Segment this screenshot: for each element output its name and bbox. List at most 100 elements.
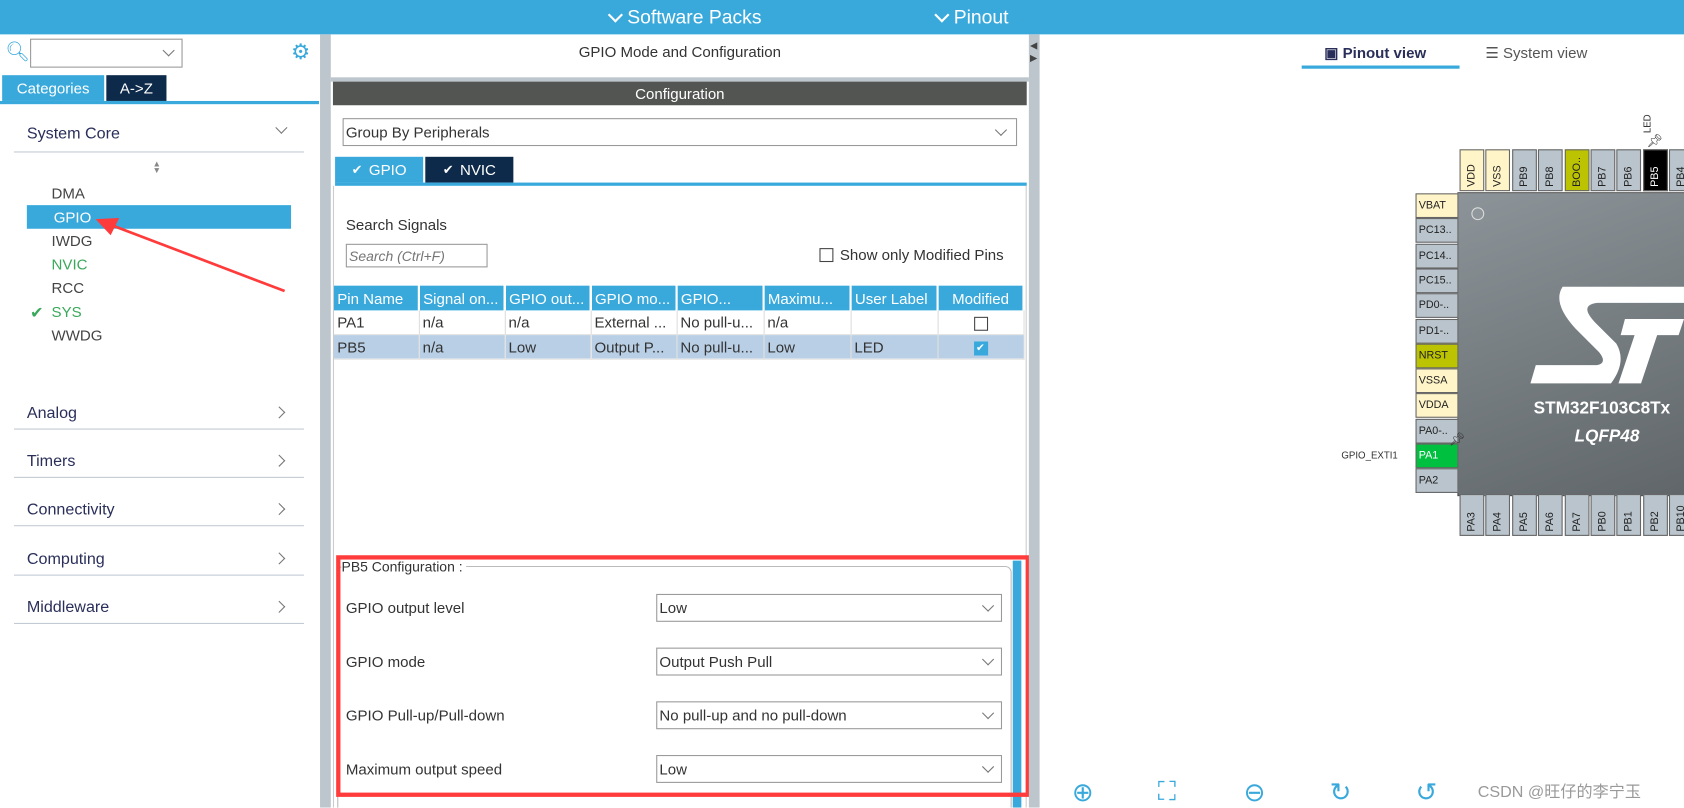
pin-pb5[interactable]: PB5	[1642, 149, 1668, 192]
column-header[interactable]: User Label	[850, 285, 939, 311]
category-middleware[interactable]: Middleware	[27, 598, 109, 616]
pin-pa2[interactable]: PA2	[1415, 468, 1459, 494]
divider	[13, 477, 304, 479]
column-header[interactable]: Maximu...	[763, 285, 852, 311]
category-timers[interactable]: Timers	[27, 452, 76, 470]
divider	[13, 525, 304, 527]
table-row[interactable]: PB5 n/a Low Output P... No pull-u... Low LED ✔	[334, 334, 1025, 360]
chevron-right-icon[interactable]	[273, 551, 286, 565]
pin-pb1[interactable]: PB1	[1616, 494, 1642, 536]
pushpin-icon[interactable]: 📌︎	[1449, 432, 1465, 447]
fit-screen-icon[interactable]: ⛶	[1158, 778, 1176, 808]
stm32cubemx-window: Software Packs Pinout 🔍︎ ⚙ Categories A-…	[0, 0, 1684, 808]
pin-pd1[interactable]: PD1-..	[1415, 318, 1459, 344]
pinout-menu[interactable]: Pinout	[934, 6, 1009, 29]
pin-pc14[interactable]: PC14..	[1415, 243, 1459, 269]
chevron-right-icon[interactable]	[273, 600, 286, 613]
pin-boo[interactable]: BOO..	[1564, 149, 1590, 192]
category-connectivity[interactable]: Connectivity	[27, 501, 115, 519]
sidebar-item-wwdg[interactable]: WWDG	[52, 326, 103, 343]
right-splitter[interactable]	[1028, 34, 1040, 808]
sidebar-item-dma[interactable]: DMA	[52, 185, 85, 202]
pin-vssa[interactable]: VSSA	[1415, 368, 1459, 394]
sidebar-item-iwdg[interactable]: IWDG	[52, 232, 93, 249]
tab-gpio[interactable]: ✔ GPIO	[335, 156, 424, 183]
sidebar-item-rcc[interactable]: RCC	[52, 279, 85, 296]
pin-name: VSSA	[1418, 374, 1448, 387]
modified-checkbox[interactable]	[973, 316, 988, 331]
pin-pa6[interactable]: PA6	[1538, 494, 1563, 536]
tab-nvic[interactable]: ✔ NVIC	[425, 156, 514, 183]
tab-a-to-z[interactable]: A->Z	[106, 75, 167, 101]
column-header[interactable]: Modified	[937, 285, 1025, 311]
pin-pb4[interactable]: PB4	[1669, 149, 1684, 192]
chevron-right-icon[interactable]	[273, 503, 286, 516]
pin-vdd[interactable]: VDD	[1459, 149, 1485, 192]
collapse-arrows-icon[interactable]: ◀ ▶	[1030, 39, 1037, 65]
chevron-down-icon[interactable]	[275, 121, 288, 134]
left-splitter[interactable]	[320, 34, 331, 808]
sidebar-item-sys[interactable]: SYS	[52, 303, 82, 320]
panel-title: GPIO Mode and Configuration	[578, 42, 781, 61]
pin-name: NRST	[1418, 349, 1448, 362]
pin-pa5[interactable]: PA5	[1511, 494, 1537, 536]
rotate-left-icon[interactable]: ↺	[1416, 778, 1438, 808]
chevron-right-icon[interactable]	[273, 406, 286, 419]
category-analog[interactable]: Analog	[27, 404, 77, 422]
pin-vbat[interactable]: VBAT	[1415, 193, 1459, 219]
pin-vss[interactable]: VSS	[1485, 149, 1511, 192]
pin-vdda[interactable]: VDDA	[1415, 393, 1459, 419]
column-header[interactable]: GPIO out...	[504, 285, 592, 311]
pin-pb6[interactable]: PB6	[1616, 149, 1642, 192]
checkbox[interactable]	[819, 247, 834, 262]
pin-name: PD1-..	[1418, 324, 1450, 337]
pushpin-icon[interactable]: 📌︎	[1646, 133, 1662, 148]
zoom-in-icon[interactable]: ⊕	[1072, 778, 1094, 808]
sidebar-item-gpio[interactable]: GPIO	[54, 208, 92, 225]
column-header[interactable]: GPIO...	[676, 285, 765, 311]
category-computing[interactable]: Computing	[27, 549, 105, 567]
modified-checkbox[interactable]: ✔	[973, 341, 988, 356]
pin-name: PA5	[1518, 512, 1531, 532]
tab-system-view[interactable]: ☰ System view	[1485, 44, 1587, 62]
pin-pa3[interactable]: PA3	[1459, 494, 1485, 536]
pin-pa1[interactable]: PA1	[1415, 443, 1459, 469]
tab-categories[interactable]: Categories	[2, 75, 105, 101]
gear-icon[interactable]: ⚙	[291, 39, 310, 66]
column-header[interactable]: Signal on...	[418, 285, 506, 311]
group-by-value: Group By Peripherals	[345, 123, 490, 141]
pin-pc15[interactable]: PC15..	[1415, 268, 1459, 294]
column-header[interactable]: GPIO mo...	[590, 285, 678, 311]
rotate-right-icon[interactable]: ↻	[1330, 778, 1352, 808]
pin-pb0[interactable]: PB0	[1590, 494, 1616, 536]
modified-cell	[937, 310, 1025, 336]
pin-name: VBAT	[1418, 199, 1446, 212]
group-by-select[interactable]: Group By Peripherals	[342, 118, 1018, 147]
search-icon[interactable]: 🔍︎	[5, 41, 30, 64]
category-system-core[interactable]: System Core	[27, 125, 120, 143]
pin-pc13[interactable]: PC13..	[1415, 218, 1459, 244]
sort-icon[interactable]: ▲ ▼	[153, 159, 162, 174]
zoom-out-icon[interactable]: ⊖	[1244, 778, 1266, 808]
table-row[interactable]: PA1 n/a n/a External ... No pull-u... n/a	[334, 310, 1025, 336]
pin-nrst[interactable]: NRST	[1415, 343, 1459, 369]
software-packs-menu[interactable]: Software Packs	[607, 6, 762, 29]
chevron-right-icon[interactable]	[273, 454, 286, 468]
pin-pd0[interactable]: PD0-..	[1415, 293, 1459, 319]
search-signals-input[interactable]	[345, 243, 488, 268]
tab-pinout-view[interactable]: ▣ Pinout view	[1324, 44, 1426, 62]
check-circle-icon: ✔	[442, 162, 454, 178]
pin-pa7[interactable]: PA7	[1564, 494, 1590, 536]
table-cell: Low	[504, 334, 592, 360]
sidebar-item-nvic[interactable]: NVIC	[52, 256, 88, 273]
search-combo[interactable]	[30, 38, 183, 68]
pin-name: PB4	[1675, 166, 1684, 187]
show-modified-checkbox[interactable]: Show only Modified Pins	[819, 246, 1004, 263]
pin-pa4[interactable]: PA4	[1485, 494, 1511, 536]
pin-pb2[interactable]: PB2	[1642, 494, 1668, 536]
pin-pb10[interactable]: PB10	[1669, 494, 1684, 536]
column-header[interactable]: Pin Name	[334, 285, 420, 311]
pin-pb8[interactable]: PB8	[1538, 149, 1563, 192]
pin-pb9[interactable]: PB9	[1511, 149, 1537, 192]
pin-pb7[interactable]: PB7	[1590, 149, 1616, 192]
